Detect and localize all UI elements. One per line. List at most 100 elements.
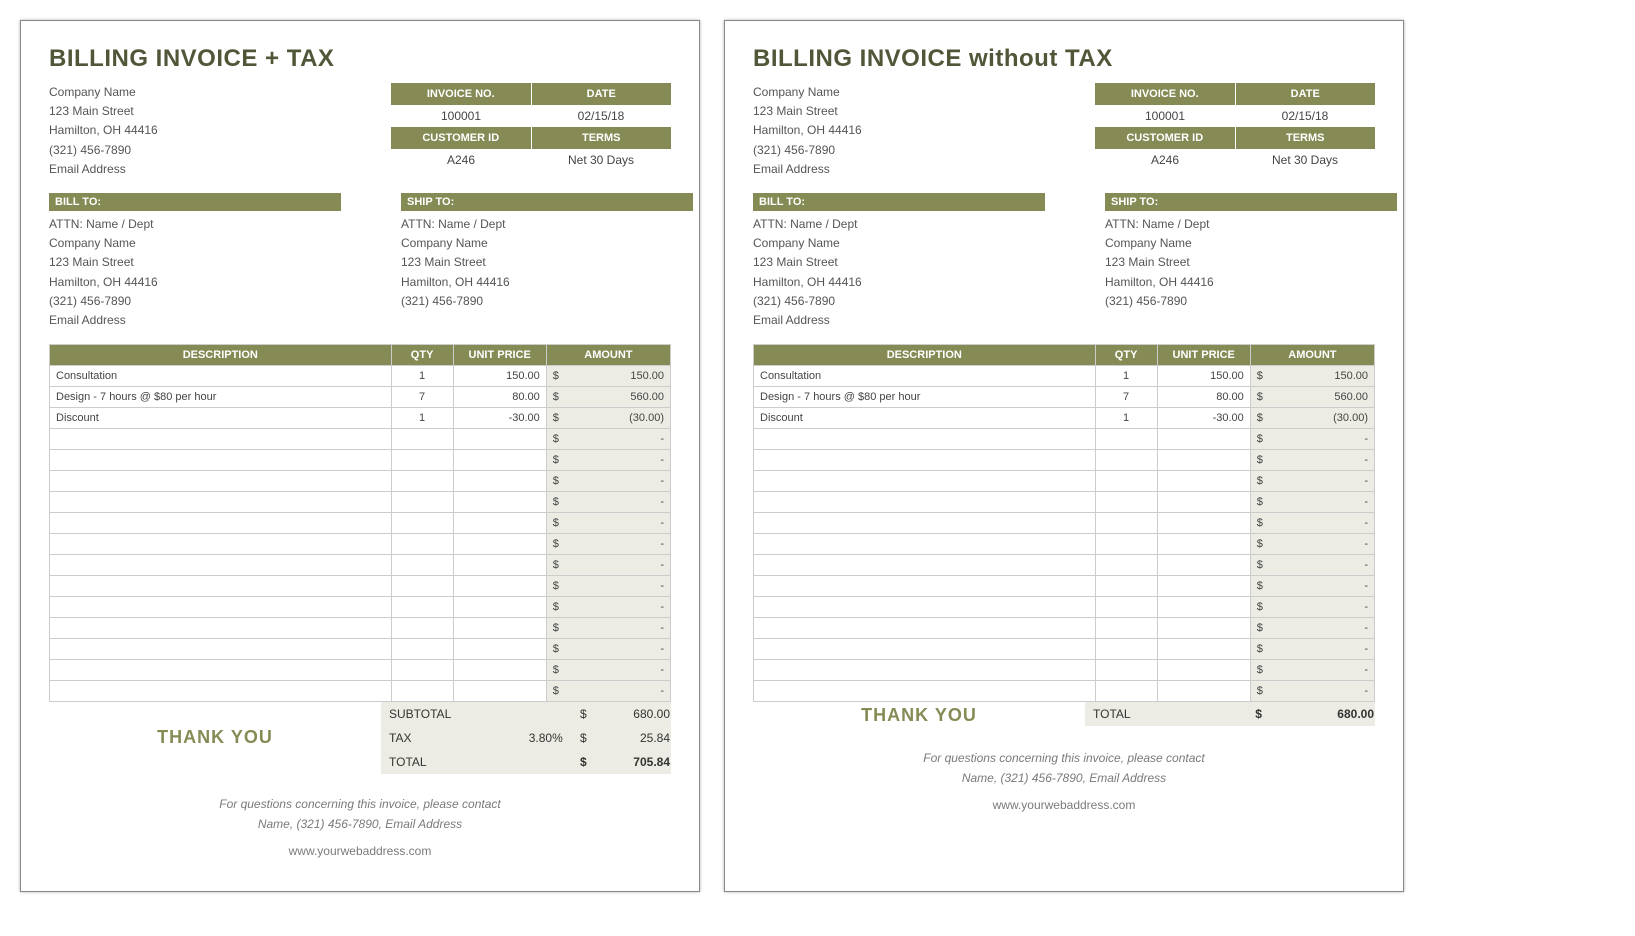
col-description: DESCRIPTION (754, 345, 1096, 366)
thank-you: THANK YOU (157, 727, 273, 748)
table-row: $- (50, 639, 671, 660)
meta-customer: A246 (1095, 149, 1235, 171)
total-label: TOTAL (381, 750, 513, 774)
total-value: 680.00 (1337, 707, 1374, 721)
item-amount: $(30.00) (546, 408, 670, 429)
table-row: $- (50, 660, 671, 681)
table-row: $- (50, 576, 671, 597)
billto-header: BILL TO: (49, 193, 341, 211)
meta-customer: A246 (391, 149, 531, 171)
table-row: $- (754, 639, 1375, 660)
meta-header-terms: TERMS (532, 127, 672, 149)
table-row: $- (754, 660, 1375, 681)
shipto-street: 123 Main Street (1105, 253, 1397, 272)
company-name: Company Name (753, 83, 862, 102)
table-row: $- (754, 534, 1375, 555)
shipto-city: Hamilton, OH 44416 (401, 273, 693, 292)
company-email: Email Address (753, 160, 862, 179)
meta-date: 02/15/18 (1235, 105, 1375, 127)
col-price: UNIT PRICE (1157, 345, 1250, 366)
meta-header-date: DATE (532, 83, 672, 105)
billto-city: Hamilton, OH 44416 (753, 273, 1045, 292)
item-desc: Design - 7 hours @ $80 per hour (50, 387, 392, 408)
footer-line2: Name, (321) 456-7890, Email Address (49, 814, 671, 834)
item-desc: Discount (754, 408, 1096, 429)
tax-rate: 3.80% (513, 726, 580, 750)
table-row: Design - 7 hours @ $80 per hour780.00$56… (754, 387, 1375, 408)
billto-attn: ATTN: Name / Dept (753, 215, 1045, 234)
billto-email: Email Address (49, 311, 341, 330)
table-row: $- (50, 513, 671, 534)
meta-terms: Net 30 Days (531, 149, 671, 171)
shipto-name: Company Name (401, 234, 693, 253)
table-row: $- (754, 576, 1375, 597)
table-row: $- (754, 618, 1375, 639)
meta-header-customer: CUSTOMER ID (391, 127, 532, 149)
billto-name: Company Name (49, 234, 341, 253)
billto-header: BILL TO: (753, 193, 1045, 211)
table-row: $- (50, 618, 671, 639)
meta-header-customer: CUSTOMER ID (1095, 127, 1236, 149)
billto-block: ATTN: Name / Dept Company Name 123 Main … (753, 211, 1045, 330)
company-block: Company Name 123 Main Street Hamilton, O… (753, 83, 862, 179)
item-qty: 1 (391, 366, 453, 387)
table-row: $- (754, 450, 1375, 471)
company-email: Email Address (49, 160, 158, 179)
company-name: Company Name (49, 83, 158, 102)
shipto-block: ATTN: Name / Dept Company Name 123 Main … (401, 211, 693, 311)
item-price: 80.00 (453, 387, 546, 408)
footer-line1: For questions concerning this invoice, p… (753, 748, 1375, 768)
totals-table: SUBTOTAL $680.00 TAX 3.80% $25.84 TOTAL … (381, 702, 671, 774)
subtotal-label: SUBTOTAL (381, 702, 513, 726)
company-street: 123 Main Street (753, 102, 862, 121)
meta-date: 02/15/18 (531, 105, 671, 127)
meta-invoice: 100001 (391, 105, 531, 127)
footer: For questions concerning this invoice, p… (49, 794, 671, 861)
thank-you: THANK YOU (861, 705, 977, 726)
footer-web: www.yourwebaddress.com (753, 795, 1375, 815)
item-amount: $150.00 (1250, 366, 1374, 387)
table-row: $- (754, 597, 1375, 618)
footer-line2: Name, (321) 456-7890, Email Address (753, 768, 1375, 788)
item-desc: Consultation (754, 366, 1096, 387)
billto-street: 123 Main Street (753, 253, 1045, 272)
shipto-attn: ATTN: Name / Dept (401, 215, 693, 234)
table-row: Consultation1150.00$150.00 (50, 366, 671, 387)
item-qty: 1 (1095, 366, 1157, 387)
billto-city: Hamilton, OH 44416 (49, 273, 341, 292)
footer: For questions concerning this invoice, p… (753, 748, 1375, 815)
invoice-without-tax: BILLING INVOICE without TAX Company Name… (724, 20, 1404, 892)
meta-header-terms: TERMS (1236, 127, 1376, 149)
shipto-block: ATTN: Name / Dept Company Name 123 Main … (1105, 211, 1397, 311)
table-row: Discount1-30.00$(30.00) (754, 408, 1375, 429)
billto-phone: (321) 456-7890 (49, 292, 341, 311)
meta-invoice: 100001 (1095, 105, 1235, 127)
company-city: Hamilton, OH 44416 (49, 121, 158, 140)
table-row: $- (50, 450, 671, 471)
invoice-title: BILLING INVOICE without TAX (753, 45, 1375, 73)
total-value: 705.84 (633, 755, 670, 769)
shipto-street: 123 Main Street (401, 253, 693, 272)
billto-name: Company Name (753, 234, 1045, 253)
table-row: $- (754, 555, 1375, 576)
invoice-meta: INVOICE NO. DATE 100001 02/15/18 CUSTOME… (391, 83, 671, 179)
item-desc: Discount (50, 408, 392, 429)
item-amount: $560.00 (1250, 387, 1374, 408)
billto-street: 123 Main Street (49, 253, 341, 272)
col-qty: QTY (1095, 345, 1157, 366)
col-qty: QTY (391, 345, 453, 366)
billto-attn: ATTN: Name / Dept (49, 215, 341, 234)
table-row: Consultation1150.00$150.00 (754, 366, 1375, 387)
meta-header-date: DATE (1236, 83, 1376, 105)
items-table: DESCRIPTION QTY UNIT PRICE AMOUNT Consul… (753, 344, 1375, 702)
totals-table: TOTAL $680.00 (1085, 702, 1375, 726)
items-table: DESCRIPTION QTY UNIT PRICE AMOUNT Consul… (49, 344, 671, 702)
shipto-phone: (321) 456-7890 (1105, 292, 1397, 311)
item-price: 150.00 (1157, 366, 1250, 387)
shipto-attn: ATTN: Name / Dept (1105, 215, 1397, 234)
table-row: $- (754, 513, 1375, 534)
shipto-header: SHIP TO: (401, 193, 693, 211)
item-desc: Design - 7 hours @ $80 per hour (754, 387, 1096, 408)
billto-email: Email Address (753, 311, 1045, 330)
billto-phone: (321) 456-7890 (753, 292, 1045, 311)
